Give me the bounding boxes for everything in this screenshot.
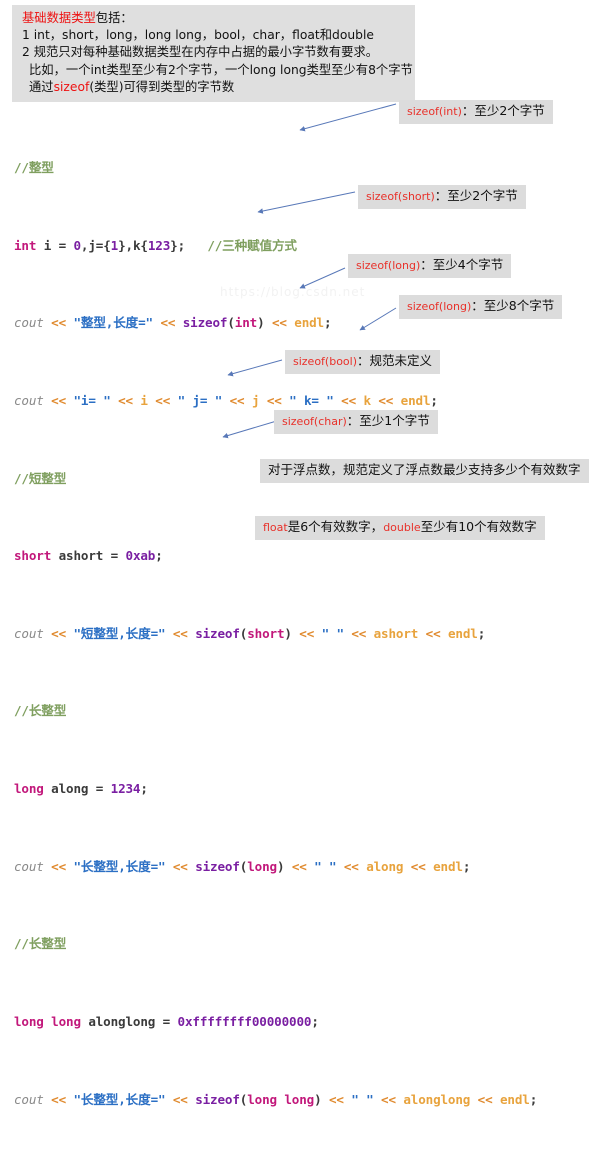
callout-sizeof-short: sizeof(short)：至少2个字节 [358,185,526,209]
code-line-comment-int: //整型 [14,160,54,176]
callout-double-code-2: double [383,521,421,534]
code-line-longlong-print: cout << "长整型,长度=" << sizeof(long long) <… [14,1091,538,1107]
callout-long-text: ：至少4个字节 [420,257,504,272]
code-line-longlong-decl: long long alonglong = 0xffffffff00000000… [14,1013,319,1029]
callout-llong-text: ：至少8个字节 [471,298,555,313]
callout-char-code: sizeof(char) [282,415,347,428]
callout-float-precision: 对于浮点数，规范定义了浮点数最少支持多少个有效数字 [260,459,589,483]
callout-bool-code: sizeof(bool) [293,355,358,368]
callout-sizeof-int: sizeof(int)：至少2个字节 [399,100,553,124]
callout-bool-text: ：规范未定义 [357,353,433,368]
callout-sizeof-char: sizeof(char)：至少1个字节 [274,410,438,434]
code-line-short-decl: short ashort = 0xab; [14,548,163,564]
code-line-comment-longlong: //长整型 [14,936,67,952]
note-line-1-rest: 包括： [95,11,133,25]
callout-double-precision: float是6个有效数字，double至少有10个有效数字 [255,516,545,540]
callout-int-code: sizeof(int) [407,105,462,118]
callout-int-text: ：至少2个字节 [461,103,545,118]
callout-short-text: ：至少2个字节 [434,188,518,203]
callout-double-text-1: 是6个有效数字， [287,519,384,534]
note-line-5-post: (类型)可得到类型的字节数 [89,79,235,94]
callout-float-text: 对于浮点数，规范定义了浮点数最少支持多少个有效数字 [268,462,581,477]
code-line-int-decl: int i = 0,j={1},k{123}; //三种赋值方式 [14,237,297,253]
note-line-1: 基础数据类型包括： [22,10,409,27]
code-line-comment-long: //长整型 [14,703,67,719]
note-line-3: 2 规范只对每种基础数据类型在内存中占据的最小字节数有要求。 [22,45,379,60]
callout-char-text: ：至少1个字节 [346,413,430,428]
note-line-5: 通过sizeof(类型)可得到类型的字节数 [22,79,409,96]
callout-sizeof-long-long: sizeof(long)：至少8个字节 [399,295,563,319]
code-block: //整型 int i = 0,j={1},k{123}; //三种赋值方式 co… [14,100,600,1168]
callout-sizeof-bool: sizeof(bool)：规范未定义 [285,350,441,374]
code-line-short-print: cout << "短整型,长度=" << sizeof(short) << " … [14,625,486,641]
callout-llong-code: sizeof(long) [407,300,472,313]
note-line-5-pre: 通过 [29,79,54,94]
note-line-1-highlight: 基础数据类型 [22,11,96,25]
basic-types-summary-note: 基础数据类型包括： 1 int，short，long，long long，boo… [12,5,415,103]
code-line-long-decl: long along = 1234; [14,781,148,797]
code-line-long-print: cout << "长整型,长度=" << sizeof(long) << " "… [14,858,471,874]
callout-double-code-1: float [263,521,288,534]
code-line-comment-bool: //布尔型 [14,1167,600,1168]
callout-sizeof-long: sizeof(long)：至少4个字节 [348,254,512,278]
note-line-2: 1 int，short，long，long long，bool，char，flo… [22,28,374,43]
callout-long-code: sizeof(long) [356,259,421,272]
note-line-5-sizeof: sizeof [53,79,90,94]
note-line-4: 比如，一个int类型至少有2个字节，一个long long类型至少有8个字节 [29,62,413,77]
code-line-int-values: cout << "i= " << i << " j= " << j << " k… [14,393,438,409]
callout-double-text-2: 至少有10个有效数字 [420,519,537,534]
callout-short-code: sizeof(short) [366,190,435,203]
